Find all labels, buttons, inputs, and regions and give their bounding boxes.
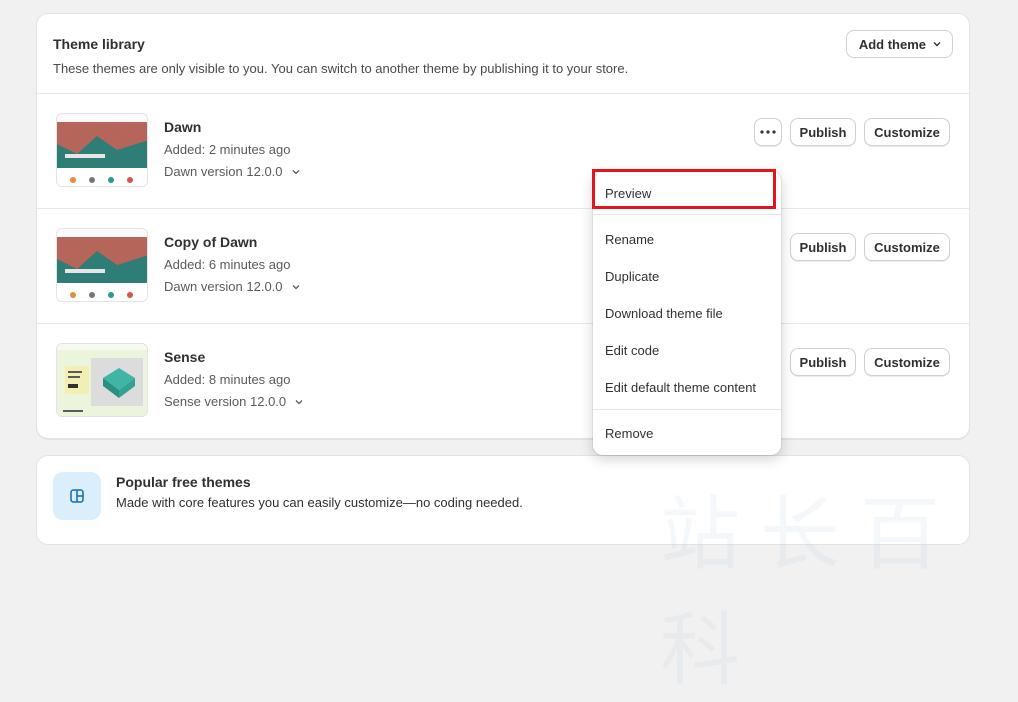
popular-title: Popular free themes bbox=[116, 474, 251, 490]
theme-thumbnail-dawn bbox=[56, 113, 148, 187]
theme-thumbnail-sense bbox=[56, 343, 148, 417]
theme-name: Copy of Dawn bbox=[164, 234, 258, 250]
add-theme-button[interactable]: Add theme bbox=[845, 30, 953, 58]
publish-button[interactable]: Publish bbox=[790, 233, 856, 261]
chevron-down-icon bbox=[295, 399, 303, 404]
menu-item-edit-default-theme-content[interactable]: Edit default theme content bbox=[593, 372, 781, 402]
customize-button[interactable]: Customize bbox=[864, 348, 950, 376]
theme-row-copy-of-dawn: Copy of Dawn Added: 6 minutes ago Dawn v… bbox=[37, 209, 969, 324]
customize-button[interactable]: Customize bbox=[864, 233, 950, 261]
menu-item-rename[interactable]: Rename bbox=[593, 224, 781, 254]
more-horizontal-icon bbox=[760, 130, 776, 134]
popular-subtitle: Made with core features you can easily c… bbox=[116, 495, 523, 510]
theme-version-label: Dawn version 12.0.0 bbox=[164, 164, 283, 179]
theme-name: Dawn bbox=[164, 119, 202, 135]
menu-divider bbox=[593, 214, 781, 215]
theme-added: Added: 2 minutes ago bbox=[164, 142, 291, 157]
chevron-down-icon bbox=[292, 169, 299, 174]
theme-row-sense: Sense Added: 8 minutes ago Sense version… bbox=[37, 324, 969, 439]
menu-divider bbox=[593, 409, 781, 410]
card-header: Theme library These themes are only visi… bbox=[37, 14, 969, 94]
menu-item-edit-code[interactable]: Edit code bbox=[593, 335, 781, 365]
card-subtitle: These themes are only visible to you. Yo… bbox=[53, 61, 629, 76]
menu-item-duplicate[interactable]: Duplicate bbox=[593, 261, 781, 291]
chevron-down-icon bbox=[933, 42, 941, 47]
publish-button[interactable]: Publish bbox=[790, 118, 856, 146]
theme-actions-menu: Preview Rename Duplicate Download theme … bbox=[593, 171, 781, 455]
theme-version-label: Dawn version 12.0.0 bbox=[164, 279, 283, 294]
chevron-down-icon bbox=[292, 284, 299, 289]
theme-version-toggle[interactable]: Dawn version 12.0.0 bbox=[164, 164, 301, 179]
theme-version-toggle[interactable]: Sense version 12.0.0 bbox=[164, 394, 304, 409]
theme-row-dawn: Dawn Added: 2 minutes ago Dawn version 1… bbox=[37, 94, 969, 209]
theme-added: Added: 6 minutes ago bbox=[164, 257, 291, 272]
menu-item-remove[interactable]: Remove bbox=[593, 418, 781, 448]
theme-thumbnail-copy-of-dawn bbox=[56, 228, 148, 302]
theme-added: Added: 8 minutes ago bbox=[164, 372, 291, 387]
theme-library-card: Theme library These themes are only visi… bbox=[36, 13, 970, 439]
theme-version-label: Sense version 12.0.0 bbox=[164, 394, 287, 409]
theme-icon bbox=[53, 472, 101, 520]
add-theme-label: Add theme bbox=[858, 36, 926, 52]
customize-button[interactable]: Customize bbox=[864, 118, 950, 146]
popular-themes-card: Popular free themes Made with core featu… bbox=[36, 455, 970, 545]
menu-item-preview[interactable]: Preview bbox=[593, 178, 781, 208]
more-actions-button[interactable] bbox=[754, 118, 782, 146]
card-title: Theme library bbox=[53, 36, 145, 52]
theme-name: Sense bbox=[164, 349, 206, 365]
menu-item-download-theme-file[interactable]: Download theme file bbox=[593, 298, 781, 328]
theme-version-toggle[interactable]: Dawn version 12.0.0 bbox=[164, 279, 301, 294]
publish-button[interactable]: Publish bbox=[790, 348, 856, 376]
